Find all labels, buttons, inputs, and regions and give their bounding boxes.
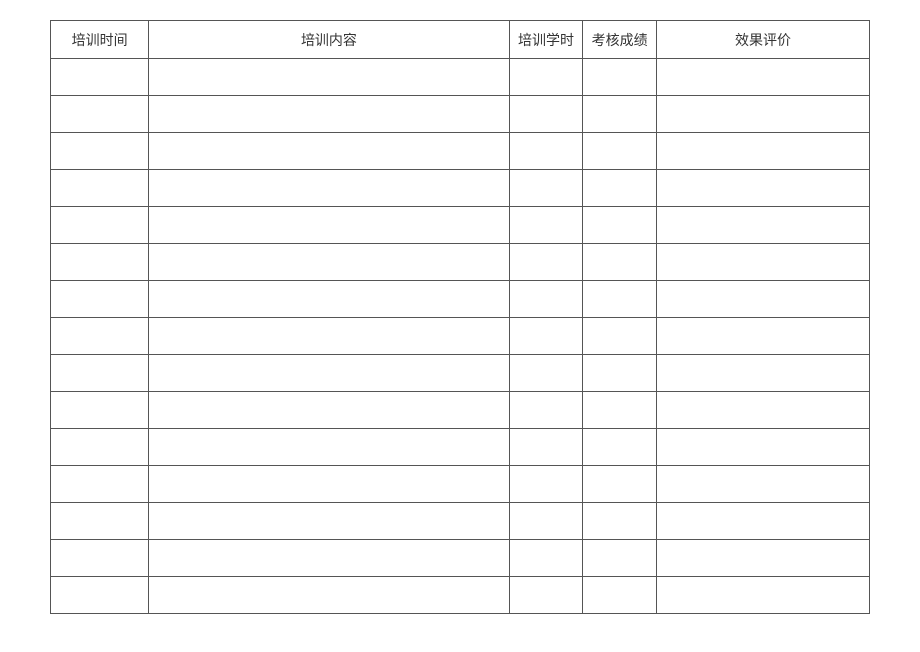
table-row — [51, 577, 870, 614]
cell-hours — [509, 577, 583, 614]
cell-evaluation — [657, 207, 870, 244]
cell-hours — [509, 318, 583, 355]
table-row — [51, 59, 870, 96]
cell-score — [583, 392, 657, 429]
cell-evaluation — [657, 355, 870, 392]
cell-time — [51, 318, 149, 355]
cell-content — [149, 133, 509, 170]
cell-score — [583, 133, 657, 170]
cell-hours — [509, 281, 583, 318]
cell-score — [583, 540, 657, 577]
cell-time — [51, 281, 149, 318]
cell-time — [51, 429, 149, 466]
table-row — [51, 466, 870, 503]
cell-time — [51, 540, 149, 577]
cell-score — [583, 244, 657, 281]
table-row — [51, 429, 870, 466]
cell-evaluation — [657, 318, 870, 355]
cell-hours — [509, 466, 583, 503]
cell-time — [51, 503, 149, 540]
cell-time — [51, 244, 149, 281]
cell-content — [149, 577, 509, 614]
cell-evaluation — [657, 540, 870, 577]
cell-evaluation — [657, 59, 870, 96]
cell-hours — [509, 429, 583, 466]
cell-evaluation — [657, 281, 870, 318]
table-row — [51, 355, 870, 392]
cell-evaluation — [657, 429, 870, 466]
cell-time — [51, 577, 149, 614]
cell-time — [51, 170, 149, 207]
cell-time — [51, 466, 149, 503]
cell-hours — [509, 540, 583, 577]
table-row — [51, 170, 870, 207]
cell-content — [149, 96, 509, 133]
cell-content — [149, 503, 509, 540]
header-training-hours: 培训学时 — [509, 21, 583, 59]
cell-content — [149, 59, 509, 96]
cell-hours — [509, 244, 583, 281]
cell-score — [583, 429, 657, 466]
cell-evaluation — [657, 392, 870, 429]
table-row — [51, 318, 870, 355]
cell-time — [51, 96, 149, 133]
cell-evaluation — [657, 170, 870, 207]
cell-content — [149, 540, 509, 577]
cell-content — [149, 318, 509, 355]
cell-evaluation — [657, 96, 870, 133]
cell-time — [51, 59, 149, 96]
cell-hours — [509, 207, 583, 244]
table-row — [51, 96, 870, 133]
table-row — [51, 207, 870, 244]
cell-score — [583, 355, 657, 392]
cell-content — [149, 355, 509, 392]
table-header-row: 培训时间 培训内容 培训学时 考核成绩 效果评价 — [51, 21, 870, 59]
cell-hours — [509, 503, 583, 540]
cell-hours — [509, 59, 583, 96]
header-effect-evaluation: 效果评价 — [657, 21, 870, 59]
cell-content — [149, 170, 509, 207]
table-row — [51, 503, 870, 540]
header-training-content: 培训内容 — [149, 21, 509, 59]
table-row — [51, 244, 870, 281]
cell-hours — [509, 96, 583, 133]
cell-hours — [509, 133, 583, 170]
cell-score — [583, 170, 657, 207]
header-exam-score: 考核成绩 — [583, 21, 657, 59]
cell-score — [583, 96, 657, 133]
training-record-table: 培训时间 培训内容 培训学时 考核成绩 效果评价 — [50, 20, 870, 614]
cell-content — [149, 281, 509, 318]
cell-time — [51, 392, 149, 429]
cell-score — [583, 466, 657, 503]
cell-hours — [509, 170, 583, 207]
cell-evaluation — [657, 577, 870, 614]
cell-time — [51, 207, 149, 244]
cell-score — [583, 318, 657, 355]
cell-evaluation — [657, 133, 870, 170]
table-row — [51, 281, 870, 318]
cell-content — [149, 392, 509, 429]
cell-content — [149, 429, 509, 466]
cell-content — [149, 244, 509, 281]
table-row — [51, 133, 870, 170]
cell-time — [51, 133, 149, 170]
table-row — [51, 540, 870, 577]
table-body — [51, 59, 870, 614]
cell-time — [51, 355, 149, 392]
cell-score — [583, 577, 657, 614]
table-row — [51, 392, 870, 429]
cell-hours — [509, 355, 583, 392]
cell-content — [149, 466, 509, 503]
cell-evaluation — [657, 503, 870, 540]
cell-score — [583, 59, 657, 96]
cell-score — [583, 207, 657, 244]
cell-score — [583, 281, 657, 318]
cell-evaluation — [657, 466, 870, 503]
cell-evaluation — [657, 244, 870, 281]
cell-hours — [509, 392, 583, 429]
cell-score — [583, 503, 657, 540]
header-training-time: 培训时间 — [51, 21, 149, 59]
cell-content — [149, 207, 509, 244]
